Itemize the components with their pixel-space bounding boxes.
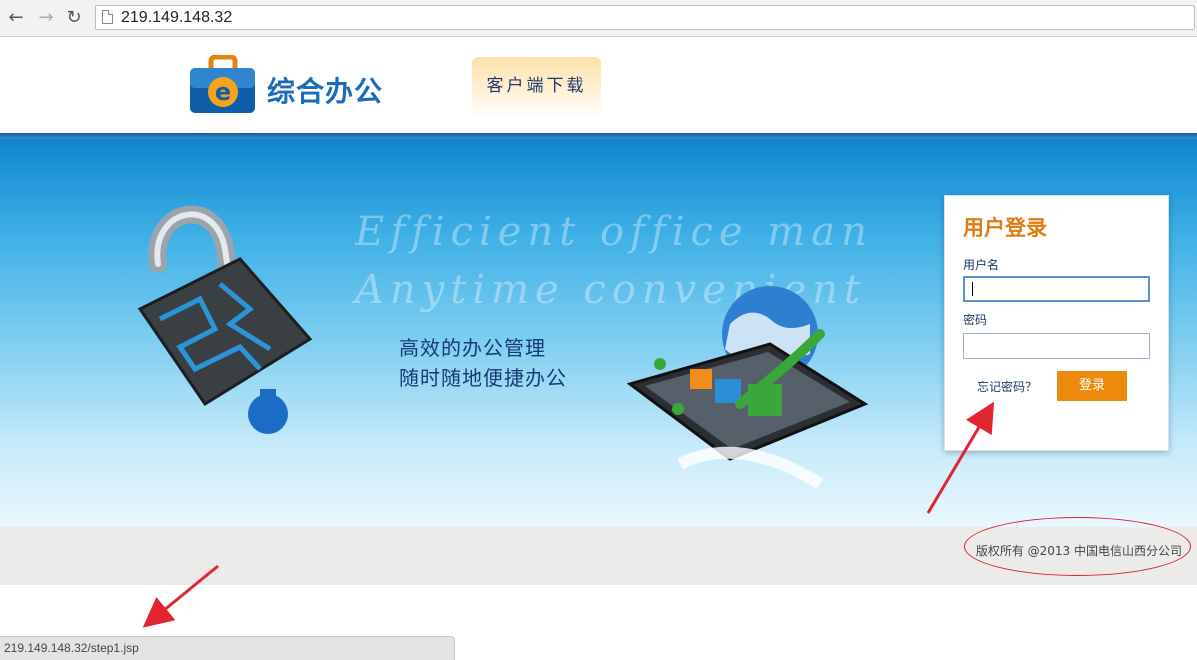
- text-caret: [972, 282, 973, 296]
- forward-arrow-icon[interactable]: →: [36, 7, 56, 29]
- browser-status-bar: 219.149.148.32/step1.jsp: [0, 636, 455, 660]
- login-panel: 用户登录 用户名 密码 忘记密码？ 登录: [944, 195, 1169, 451]
- reload-icon[interactable]: ↻: [64, 7, 84, 29]
- logo-letter: e: [215, 78, 231, 106]
- annotation-ellipse: [964, 517, 1191, 576]
- site-header: e 综合办公 客户端下载: [0, 37, 1197, 133]
- banner-bg-text-line1: Efficient office man: [355, 209, 873, 255]
- username-label: 用户名: [963, 258, 1000, 272]
- login-button[interactable]: 登录: [1057, 371, 1127, 401]
- tablet-globe-illustration: [626, 286, 869, 490]
- page-icon: [102, 10, 113, 24]
- browser-toolbar: ← → ↻ 219.149.148.32: [0, 0, 1197, 37]
- briefcase-logo-icon: e: [189, 54, 256, 115]
- status-url-text: 219.149.148.32/step1.jsp: [4, 641, 139, 655]
- client-download-tab[interactable]: 客户端下载: [472, 57, 601, 119]
- login-title: 用户登录: [963, 216, 1047, 240]
- slogan-line-1: 高效的办公管理: [399, 336, 546, 360]
- address-bar[interactable]: 219.149.148.32: [95, 5, 1195, 30]
- back-arrow-icon[interactable]: ←: [6, 7, 26, 29]
- forgot-password-link[interactable]: 忘记密码？: [977, 378, 1037, 395]
- username-input[interactable]: [963, 276, 1150, 302]
- address-text[interactable]: 219.149.148.32: [121, 9, 232, 27]
- site-logo-text: 综合办公: [267, 75, 384, 108]
- slogan-line-2: 随时随地便捷办公: [399, 366, 567, 390]
- padlock-illustration: [137, 205, 313, 434]
- password-input[interactable]: [963, 333, 1150, 359]
- password-label: 密码: [963, 313, 988, 327]
